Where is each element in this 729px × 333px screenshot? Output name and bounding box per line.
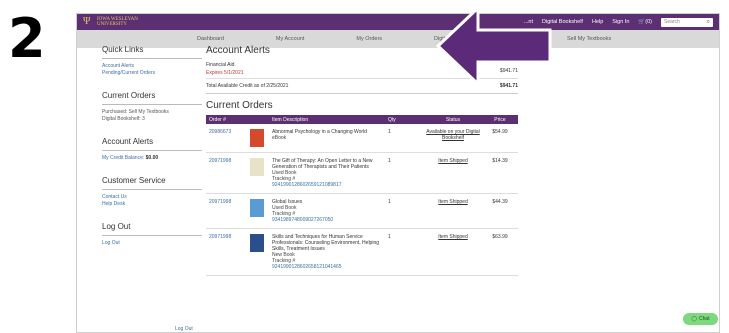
topnav-sign-in[interactable]: Sign In — [612, 19, 629, 25]
brand-logo[interactable]: Ψ IOWA WESLEYAN UNIVERSITY — [83, 16, 138, 28]
tracking-number-link[interactable]: 9241990128602659121089817 — [272, 182, 388, 188]
orders-table-body: 20986673 Abnormal Psychology in a Changi… — [206, 124, 518, 276]
table-row: 20971998 Global Issues Used Book Trackin… — [206, 194, 518, 229]
sidebar-text: Purchased: Sell My Textbooks — [102, 109, 169, 115]
header-description: Item Description — [272, 116, 309, 123]
item-status-link[interactable]: Item Shipped — [438, 234, 467, 240]
sidebar-link-log-out[interactable]: Log Out — [102, 240, 202, 247]
item-price: $63.99 — [492, 234, 508, 240]
item-title: Skills and Techniques for Human Service … — [272, 234, 380, 252]
order-number-link[interactable]: 20971998 — [209, 199, 231, 205]
financial-aid-label: Financial Aid — [206, 62, 235, 68]
orders-table-header: Order # Item Description Qty Status Pric… — [206, 115, 518, 124]
sidebar-heading: Current Orders — [102, 91, 202, 105]
total-credit-label: Total Available Credit as of 2/25/2021 — [206, 83, 289, 89]
header-status: Status — [445, 116, 461, 123]
tracking-number-link[interactable]: 9341989748009027267050 — [272, 217, 388, 223]
sidebar-link-help-desk[interactable]: Help Desk — [102, 201, 202, 208]
order-number-link[interactable]: 20971998 — [209, 158, 231, 164]
tab-sell-my-textbooks[interactable]: Sell My Textbooks — [567, 36, 611, 42]
item-title: The Gift of Therapy: An Open Letter to a… — [272, 158, 373, 170]
item-price: $14.39 — [492, 158, 508, 164]
credit-balance-value: $0.00 — [145, 155, 159, 161]
sidebar-account-alerts: Account Alerts My Credit Balance: $0.00 — [102, 137, 202, 162]
arrow-shape — [435, 4, 552, 88]
header-qty: Qty — [388, 116, 396, 123]
item-status-link[interactable]: Item Shipped — [438, 199, 467, 205]
item-qty: 1 — [388, 199, 391, 205]
sidebar-customer-service: Customer Service Contact Us Help Desk — [102, 176, 202, 208]
table-row: 20986673 Abnormal Psychology in a Changi… — [206, 124, 518, 153]
tab-dashboard[interactable]: Dashboard — [197, 36, 224, 42]
purple-arrow-pointer-icon — [435, 4, 552, 88]
book-cover-image[interactable] — [250, 234, 264, 252]
sidebar-heading: Account Alerts — [102, 137, 202, 151]
sidebar-link-contact-us[interactable]: Contact Us — [102, 194, 202, 201]
topnav-cart[interactable]: 🛒(0) — [638, 19, 652, 25]
item-status-link[interactable]: Item Shipped — [438, 158, 467, 164]
sidebar-heading: Log Out — [102, 222, 202, 236]
book-cover-image[interactable] — [250, 199, 264, 217]
search-icon[interactable]: ⌕ — [707, 19, 710, 26]
search-placeholder: Search — [664, 19, 680, 25]
item-status-link[interactable]: Available on your Digital Bookshelf — [426, 129, 480, 141]
chat-button[interactable]: ◯ Chat — [683, 313, 718, 325]
sidebar-current-orders: Current Orders Purchased: Sell My Textbo… — [102, 91, 202, 123]
table-row: 20971998 Skills and Techniques for Human… — [206, 229, 518, 276]
sidebar-text: Digital Bookshelf: 3 — [102, 116, 145, 122]
trident-logo-icon: Ψ — [83, 16, 91, 27]
brand-line-2: UNIVERSITY — [97, 22, 127, 27]
current-orders-title: Current Orders — [206, 100, 273, 111]
credit-balance[interactable]: My Credit Balance: $0.00 — [102, 155, 202, 162]
book-cover-image[interactable] — [250, 129, 264, 147]
order-number-link[interactable]: 20986673 — [209, 129, 231, 135]
item-price: $54.99 — [492, 129, 508, 135]
sidebar-heading: Customer Service — [102, 176, 202, 190]
sidebar-logout: Log Out Log Out — [102, 222, 202, 247]
sidebar-quick-links: Quick Links Account Alerts Pending/Curre… — [102, 45, 202, 77]
bottom-log-out-link[interactable]: Log Out — [175, 326, 193, 332]
item-qty: 1 — [388, 234, 391, 240]
chat-bubble-icon: ◯ — [691, 316, 698, 322]
financial-aid-expires: Expires 5/1/2021 — [206, 70, 244, 76]
order-number-link[interactable]: 20971998 — [209, 234, 231, 240]
sidebar-link-pending-orders[interactable]: Pending/Current Orders — [102, 70, 202, 77]
credit-balance-label: My Credit Balance: — [102, 155, 145, 161]
item-price: $44.39 — [492, 199, 508, 205]
tab-my-account[interactable]: My Account — [276, 36, 304, 42]
chat-label: Chat — [699, 316, 710, 322]
header-price: Price — [494, 116, 506, 123]
topnav-help[interactable]: Help — [592, 19, 603, 25]
item-format: eBook — [272, 135, 287, 141]
table-row: 20971998 The Gift of Therapy: An Open Le… — [206, 153, 518, 194]
top-bar: Ψ IOWA WESLEYAN UNIVERSITY ...nt Digital… — [77, 14, 719, 30]
cart-count: (0) — [645, 19, 652, 25]
tracking-number-link[interactable]: 9241990128602658121041465 — [272, 264, 388, 270]
tab-my-orders[interactable]: My Orders — [356, 36, 382, 42]
sidebar: Quick Links Account Alerts Pending/Curre… — [102, 45, 202, 261]
sidebar-link-account-alerts[interactable]: Account Alerts — [102, 63, 202, 70]
header-order: Order # — [209, 116, 226, 123]
sidebar-heading: Quick Links — [102, 45, 202, 59]
item-qty: 1 — [388, 129, 391, 135]
step-number: 2 — [8, 7, 46, 70]
item-qty: 1 — [388, 158, 391, 164]
book-cover-image[interactable] — [250, 158, 264, 176]
search-input[interactable]: Search ⌕ — [661, 17, 713, 27]
